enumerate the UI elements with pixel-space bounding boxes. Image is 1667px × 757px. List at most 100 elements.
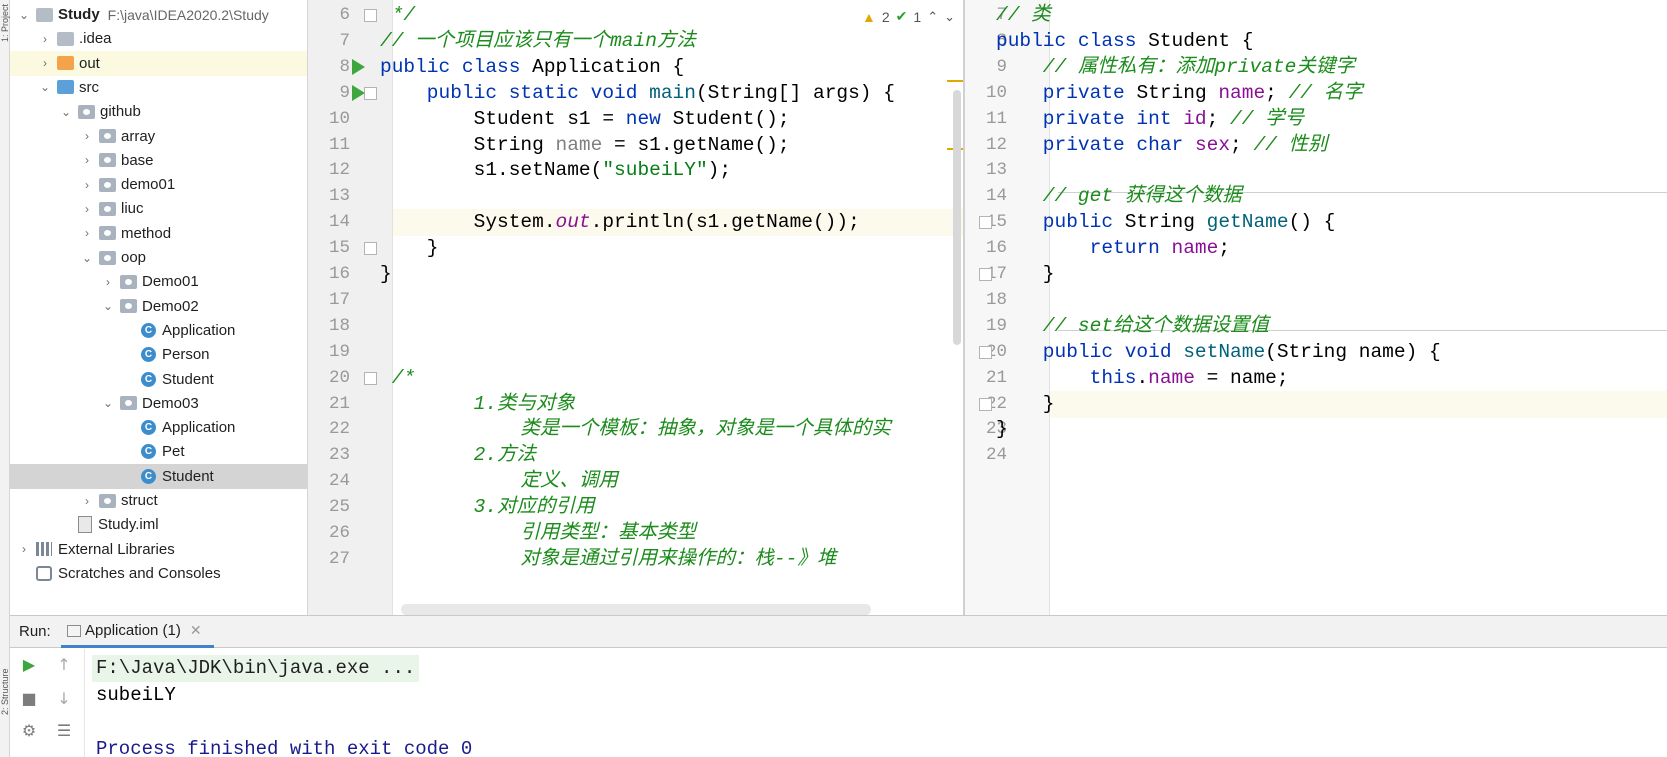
tree-item[interactable]: C Application	[10, 318, 307, 343]
chevron-right-icon[interactable]: ›	[16, 542, 32, 556]
tree-item[interactable]: › array	[10, 124, 307, 149]
code-line[interactable]	[380, 313, 963, 340]
code-line[interactable]	[380, 287, 963, 314]
tree-item[interactable]: ⌄ github	[10, 99, 307, 124]
code-line[interactable]: String name = s1.getName();	[380, 132, 963, 159]
tree-item[interactable]: ⌄ Study F:\java\IDEA2020.2\Study	[10, 2, 307, 27]
tree-item[interactable]: C Student	[10, 463, 307, 489]
code-line[interactable]: /*	[380, 365, 963, 392]
tree-item[interactable]: C Application	[10, 415, 307, 440]
project-tool-tab[interactable]: 1: Project	[0, 2, 10, 42]
tree-item[interactable]: › .idea	[10, 26, 307, 51]
chevron-right-icon[interactable]: ›	[37, 56, 53, 70]
tree-item[interactable]: › demo01	[10, 172, 307, 197]
fold-toggle-icon[interactable]	[364, 371, 377, 385]
code-line[interactable]: private int id; // 学号	[996, 106, 1667, 133]
code-line[interactable]: private String name; // 名字	[996, 80, 1667, 107]
code-line[interactable]: s1.setName("subeiLY");	[380, 157, 963, 184]
code-line[interactable]: }	[996, 261, 1667, 288]
chevron-down-icon[interactable]: ⌄	[58, 105, 74, 119]
tree-item[interactable]: C Pet	[10, 439, 307, 464]
chevron-right-icon[interactable]: ›	[79, 226, 95, 240]
code-line[interactable]	[380, 339, 963, 366]
fold-toggle-icon[interactable]	[364, 86, 377, 100]
code-line[interactable]: 2.方法	[380, 442, 963, 469]
code-line[interactable]: private char sex; // 性别	[996, 132, 1667, 159]
tree-item[interactable]: Scratches and Consoles	[10, 561, 307, 586]
chevron-down-icon[interactable]: ⌄	[37, 80, 53, 94]
horizontal-scrollbar[interactable]	[401, 604, 871, 615]
code-line[interactable]: return name;	[996, 235, 1667, 262]
tree-item[interactable]: ⌄ Demo02	[10, 294, 307, 319]
chevron-right-icon[interactable]: ›	[79, 202, 95, 216]
chevron-down-icon[interactable]: ⌄	[100, 396, 116, 410]
tree-item[interactable]: Study.iml	[10, 512, 307, 537]
tree-item[interactable]: › method	[10, 221, 307, 246]
code-line[interactable]: public static void main(String[] args) {	[380, 80, 963, 107]
tree-item[interactable]: › struct	[10, 488, 307, 513]
fold-toggle-icon[interactable]	[364, 242, 377, 256]
code-line[interactable]: 对象是通过引用来操作的：栈--》堆	[380, 546, 963, 573]
code-line[interactable]: public String getName() {	[996, 209, 1667, 236]
code-line[interactable]: // get 获得这个数据	[996, 183, 1667, 210]
code-line[interactable]: 引用类型：基本类型	[380, 520, 963, 547]
code-line[interactable]: public void setName(String name) {	[996, 339, 1667, 366]
code-line[interactable]	[996, 287, 1667, 314]
code-line[interactable]: }	[996, 416, 1667, 443]
code-line[interactable]: 类是一个模板：抽象，对象是一个具体的实	[380, 416, 963, 443]
fold-toggle-icon[interactable]	[979, 397, 992, 411]
structure-tool-tab[interactable]: 2: Structure	[0, 635, 10, 715]
chevron-right-icon[interactable]: ›	[37, 32, 53, 46]
tree-item[interactable]: ⌄ src	[10, 75, 307, 100]
tree-item[interactable]: › External Libraries	[10, 537, 307, 562]
editor-student[interactable]: 7 8 9 10 11 12 13 14 15 16 17 18 19 20 21 22 23 24 // 类 pu…	[965, 0, 1667, 615]
chevron-right-icon[interactable]: ›	[79, 129, 95, 143]
code-line[interactable]: public class Application {	[380, 54, 963, 81]
tree-item[interactable]: › base	[10, 148, 307, 173]
soft-wrap-icon[interactable]: ☰	[53, 721, 75, 740]
tree-item[interactable]: › liuc	[10, 196, 307, 221]
code-line[interactable]: */	[380, 2, 963, 29]
chevron-right-icon[interactable]: ›	[79, 153, 95, 167]
code-line[interactable]: // 属性私有：添加private关键字	[996, 54, 1667, 81]
code-line[interactable]: System.out.println(s1.getName());	[380, 209, 963, 236]
fold-toggle-icon[interactable]	[979, 216, 992, 230]
code-line[interactable]: 1.类与对象	[380, 391, 963, 418]
code-line[interactable]: }	[380, 235, 963, 262]
stop-icon[interactable]: ■	[18, 689, 40, 708]
settings-icon[interactable]: ⚙	[18, 721, 40, 740]
tree-item[interactable]: ⌄ Demo03	[10, 391, 307, 416]
fold-toggle-icon[interactable]	[979, 345, 992, 359]
code-line[interactable]: public class Student {	[996, 28, 1667, 55]
tree-item[interactable]: C Student	[10, 367, 307, 392]
code-line[interactable]: // 类	[996, 2, 1667, 29]
code-line[interactable]: }	[996, 391, 1667, 418]
tree-item[interactable]: › out	[10, 50, 307, 76]
code-line[interactable]: // 一个项目应该只有一个main方法	[380, 28, 963, 55]
chevron-right-icon[interactable]: ›	[79, 178, 95, 192]
close-icon[interactable]: ✕	[190, 622, 202, 639]
code-line[interactable]: 3.对应的引用	[380, 494, 963, 521]
run-tab-application[interactable]: Application (1) ✕	[61, 616, 214, 648]
chevron-down-icon[interactable]: ⌄	[100, 299, 116, 313]
tree-item[interactable]: › Demo01	[10, 269, 307, 294]
code-line[interactable]: this.name = name;	[996, 365, 1667, 392]
code-line[interactable]	[380, 183, 963, 210]
arrow-down-icon[interactable]: ↓	[53, 689, 75, 708]
run-gutter-icon[interactable]	[352, 84, 365, 101]
code-line[interactable]: Student s1 = new Student();	[380, 106, 963, 133]
code-line[interactable]: 定义、调用	[380, 468, 963, 495]
rerun-icon[interactable]: ▶	[18, 655, 40, 674]
tree-item[interactable]: ⌄ oop	[10, 245, 307, 270]
editor-application[interactable]: 6 7 8 9 10 11 12 13 14 15 16 17 18 19 20 21 22 23 24 25 26 27…	[308, 0, 963, 615]
chevron-down-icon[interactable]: ⌄	[79, 251, 95, 265]
code-line[interactable]	[996, 442, 1667, 469]
code-line[interactable]	[996, 157, 1667, 184]
code-line[interactable]: }	[380, 261, 963, 288]
arrow-up-icon[interactable]: ↑	[53, 655, 75, 674]
run-gutter-icon[interactable]	[352, 58, 365, 75]
chevron-down-icon[interactable]: ⌄	[16, 8, 32, 22]
tree-item[interactable]: C Person	[10, 342, 307, 367]
code-line[interactable]: // set给这个数据设置值	[996, 313, 1667, 340]
chevron-right-icon[interactable]: ›	[100, 275, 116, 289]
